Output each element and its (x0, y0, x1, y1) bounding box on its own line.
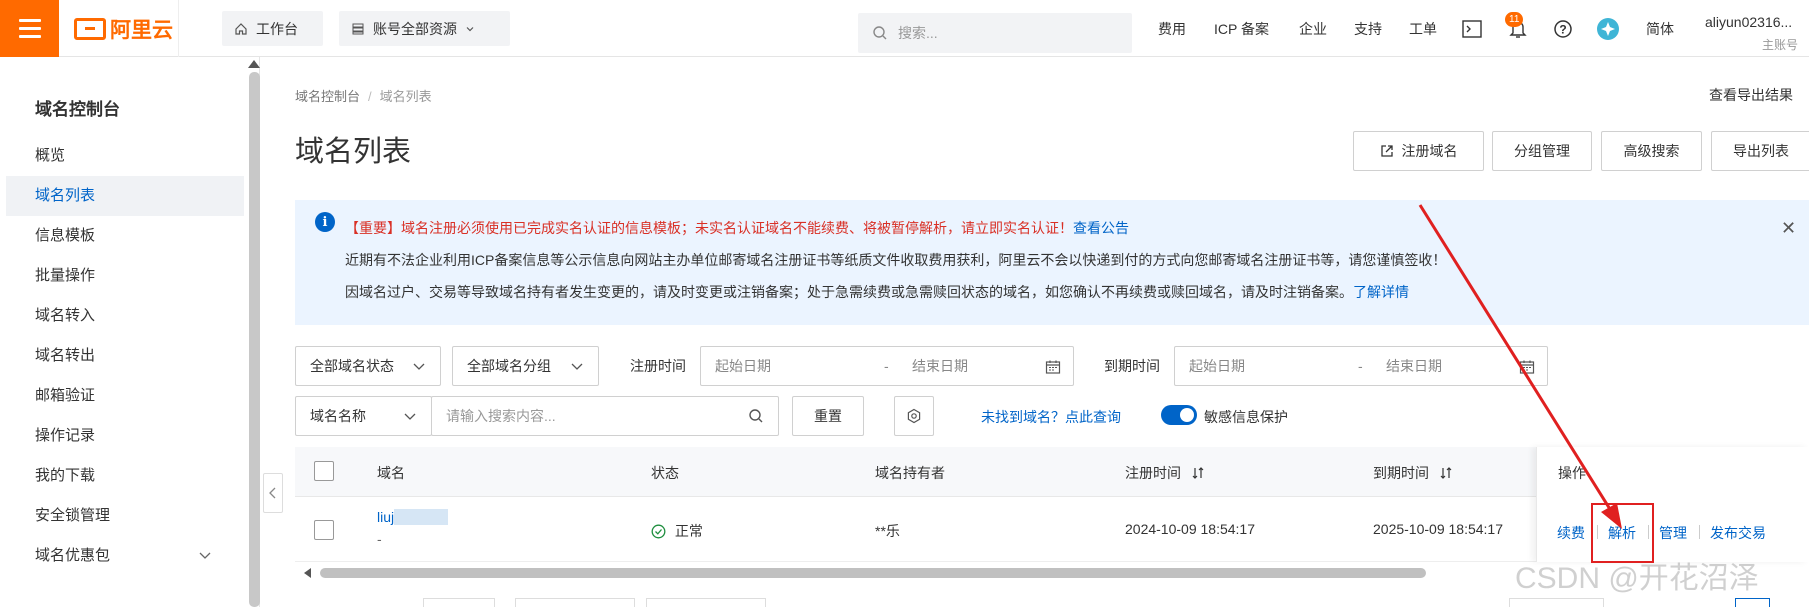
watermark: CSDN @开花沼泽 (1515, 562, 1759, 595)
pagination-button[interactable] (515, 598, 635, 607)
annotation-arrow (1418, 204, 1622, 529)
pagination-button[interactable] (1509, 598, 1604, 607)
pagination-button[interactable] (1735, 598, 1770, 607)
table-horizontal-scrollbar[interactable] (320, 568, 1426, 578)
scroll-left-arrow[interactable] (304, 568, 311, 578)
pagination-button[interactable] (646, 598, 766, 607)
pagination-button[interactable] (423, 598, 495, 607)
